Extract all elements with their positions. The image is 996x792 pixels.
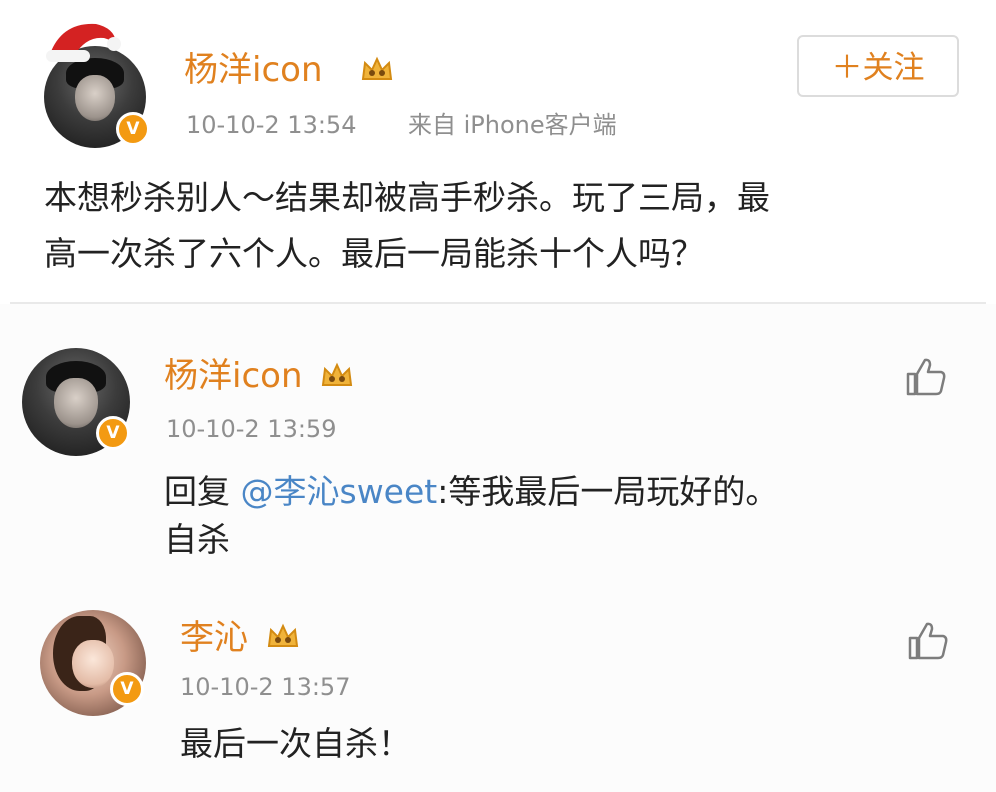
thumbs-up-icon[interactable] (906, 618, 950, 662)
comment-time: 10-10-2 13:57 (180, 673, 351, 701)
verified-badge: V (116, 112, 150, 146)
comment-text: 最后一次自杀！ (180, 724, 411, 763)
weibo-post: V 杨洋icon 10-10-2 13:54 来自 iPhone客户端 ＋关注 … (0, 0, 996, 302)
post-text-line1: 本想秒杀别人～结果却被高手秒杀。玩了三局，最 (44, 178, 770, 217)
follow-button[interactable]: ＋关注 (797, 35, 959, 97)
comment-author-name[interactable]: 李沁 (180, 618, 248, 658)
post-author-name[interactable]: 杨洋icon (184, 50, 323, 90)
crown-icon (361, 56, 393, 80)
comment-text: :等我最后一局玩好的。 (437, 472, 779, 511)
santa-hat-icon (46, 23, 121, 62)
avatar-face (54, 378, 98, 428)
crown-icon (267, 623, 299, 647)
comment-list: V 杨洋icon 10-10-2 13:59 回复 @李沁sweet:等我最后一… (0, 304, 996, 792)
comment-text-line2: 自杀 (164, 520, 230, 559)
thumbs-up-icon[interactable] (904, 354, 948, 398)
avatar-face (74, 74, 116, 122)
avatar-face (71, 639, 115, 689)
post-time: 10-10-2 13:54 (186, 111, 357, 139)
post-source: 来自 iPhone客户端 (408, 111, 617, 139)
mention-link[interactable]: @李沁sweet (241, 472, 438, 511)
reply-prefix: 回复 (164, 472, 241, 511)
verified-badge: V (110, 672, 144, 706)
verified-badge: V (96, 416, 130, 450)
post-text-line2: 高一次杀了六个人。最后一局能杀十个人吗？ (44, 234, 704, 273)
comment-text-line1: 回复 @李沁sweet:等我最后一局玩好的。 (164, 468, 778, 516)
comment-author-name[interactable]: 杨洋icon (164, 356, 303, 396)
comment-time: 10-10-2 13:59 (166, 415, 337, 443)
crown-icon (321, 362, 353, 386)
